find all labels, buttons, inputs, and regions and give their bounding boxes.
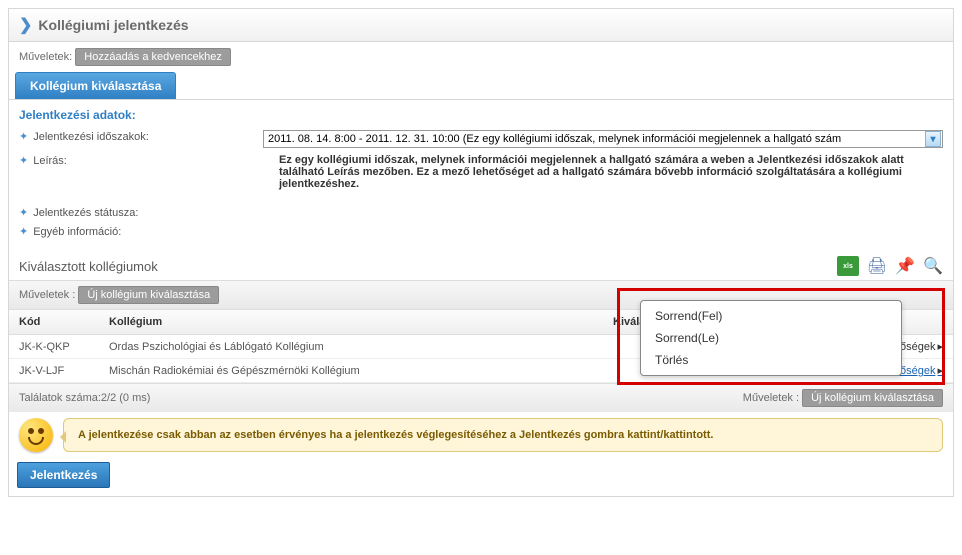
notice-text: A jelentkezése csak abban az esetben érv… (63, 418, 943, 452)
add-to-favorites-button[interactable]: Hozzáadás a kedvencekhez (75, 48, 231, 66)
menu-order-down[interactable]: Sorrend(Le) (641, 327, 901, 349)
grid-title: Kiválasztott kollégiumok (19, 259, 158, 274)
cell-name: Ordas Pszichológiai és Láblógató Kollégi… (99, 335, 603, 359)
col-name[interactable]: Kollégium (99, 310, 603, 335)
diamond-icon: ✦ (19, 154, 28, 167)
page-title: Kollégiumi jelentkezés (38, 17, 188, 33)
chevron-right-icon: ❯ (19, 15, 32, 35)
diamond-icon: ✦ (19, 225, 28, 238)
field-label-period: Jelentkezési időszakok: (33, 131, 149, 143)
ops-label: Műveletek: (19, 51, 72, 63)
smiley-icon (19, 418, 53, 452)
cell-name: Mischán Radiokémiai és Gépészmérnöki Kol… (99, 359, 603, 383)
tab-select-college[interactable]: Kollégium kiválasztása (15, 72, 176, 99)
field-label-other: Egyéb információ: (33, 226, 121, 238)
menu-order-up[interactable]: Sorrend(Fel) (641, 305, 901, 327)
field-value-desc: Ez egy kollégiumi időszak, melynek infor… (279, 154, 943, 190)
new-college-button[interactable]: Új kollégium kiválasztása (78, 286, 219, 304)
menu-delete[interactable]: Törlés (641, 349, 901, 371)
export-xls-icon[interactable]: xls (837, 256, 859, 276)
diamond-icon: ✦ (19, 206, 28, 219)
pin-icon[interactable]: 📌 (895, 256, 915, 276)
grid-ops-label-bottom: Műveletek : (743, 392, 799, 404)
context-menu: Sorrend(Fel) Sorrend(Le) Törlés (640, 300, 902, 376)
search-icon[interactable]: 🔍 (923, 256, 943, 276)
grid-ops-label: Műveletek : (19, 289, 75, 301)
diamond-icon: ✦ (19, 130, 28, 143)
period-select[interactable] (263, 130, 943, 148)
field-label-status: Jelentkezés státusza: (33, 207, 138, 219)
col-code[interactable]: Kód (9, 310, 99, 335)
section-title: Jelentkezési adatok: (19, 108, 943, 122)
result-count: Találatok száma:2/2 (0 ms) (19, 392, 150, 404)
new-college-button-bottom[interactable]: Új kollégium kiválasztása (802, 389, 943, 407)
field-label-desc: Leírás: (33, 155, 67, 167)
cell-code: JK-V-LJF (9, 359, 99, 383)
cell-code: JK-K-QKP (9, 335, 99, 359)
print-icon[interactable]: 🖨 (867, 256, 887, 276)
submit-button[interactable]: Jelentkezés (17, 462, 110, 488)
